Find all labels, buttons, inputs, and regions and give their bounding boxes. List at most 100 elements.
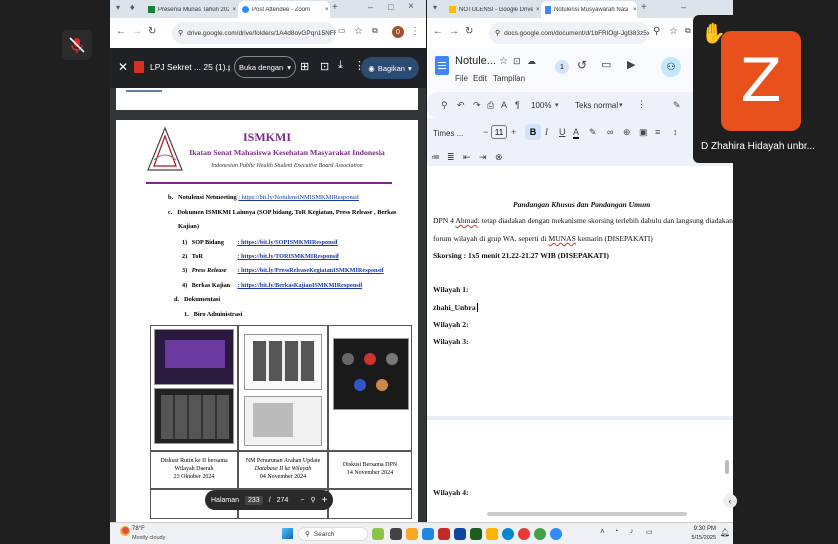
open-with-button[interactable]: Buka dengan ▾ <box>234 56 296 78</box>
vertical-scrollbar[interactable] <box>725 460 729 474</box>
tab-zoom-attendee[interactable]: Post Attendee - Zoom × <box>238 1 330 18</box>
indent-increase-icon[interactable]: ⇥ <box>479 152 487 163</box>
edge-icon[interactable] <box>502 528 514 540</box>
line-spacing-icon[interactable]: ↕ <box>673 127 678 137</box>
share-people-icon[interactable]: ⚇ <box>661 57 681 77</box>
download-icon[interactable]: ⤓ <box>338 59 343 72</box>
redo-icon[interactable]: ↷ <box>473 100 481 111</box>
close-icon[interactable]: × <box>325 7 329 13</box>
font-size-field[interactable]: 11 <box>491 125 507 139</box>
add-shortcut-icon[interactable]: ⊞ <box>300 60 309 73</box>
clock-time[interactable]: 9:30 PM <box>682 526 716 532</box>
menu-file[interactable]: File <box>455 74 468 83</box>
clear-formatting-icon[interactable]: ⊗ <box>495 152 503 163</box>
back-icon[interactable]: ← <box>116 26 126 37</box>
paint-format-icon[interactable]: ¶ <box>515 100 520 110</box>
battery-icon[interactable]: ▭ <box>646 528 653 536</box>
tab-search-icon[interactable]: ▾ <box>116 3 120 12</box>
url-field[interactable]: ⚲ docs.google.com/document/d/1bFRlOgI-Jg… <box>489 22 649 44</box>
chevron-left-icon[interactable]: ‹ <box>723 494 737 508</box>
profile-avatar[interactable]: 0 <box>392 26 404 38</box>
mute-indicator[interactable] <box>62 30 92 60</box>
forward-icon[interactable]: → <box>449 26 459 37</box>
widget-icon[interactable] <box>372 528 384 540</box>
close-icon[interactable]: × <box>232 7 236 13</box>
doc-title[interactable]: Notule... <box>455 55 496 67</box>
reload-icon[interactable]: ↻ <box>465 26 473 37</box>
tab-drive[interactable]: NOTULENSI - Google Drive × <box>445 1 541 18</box>
more-tools-icon[interactable]: ⋮ <box>637 99 646 110</box>
maximize-button[interactable]: □ <box>388 2 393 12</box>
underline-button[interactable]: U <box>559 127 566 137</box>
tab-notulensi-doc[interactable]: Notulensi Musyawarah Nasi × <box>541 1 637 18</box>
minimize-button[interactable]: – <box>368 2 373 12</box>
bookmark-icon[interactable]: ☆ <box>669 26 678 37</box>
close-icon[interactable]: × <box>633 7 637 13</box>
tray-chevron-icon[interactable]: ˄ <box>600 527 605 536</box>
close-icon[interactable]: × <box>536 7 540 13</box>
close-preview-icon[interactable]: ✕ <box>118 60 128 74</box>
zoom-page-icon[interactable]: ⚲ <box>653 26 660 37</box>
bookmark-icon[interactable]: ☆ <box>354 26 363 37</box>
decrease-size-icon[interactable]: − <box>483 127 488 137</box>
style-select[interactable]: Teks normal <box>575 101 618 110</box>
url-field[interactable]: ⚲ drive.google.com/drive/folders/1A4d8ov… <box>172 22 336 44</box>
image-icon[interactable]: ▣ <box>639 127 648 138</box>
viewer-count-badge[interactable]: 1 <box>555 60 569 74</box>
tab-search-icon[interactable]: ▾ <box>433 3 437 12</box>
zoom-in-icon[interactable]: + <box>322 495 328 506</box>
chrome-icon[interactable] <box>518 528 530 540</box>
zoom-app-icon[interactable] <box>422 528 434 540</box>
volume-icon[interactable]: ♪ <box>630 528 634 535</box>
add-comment-icon[interactable]: ⊡ <box>320 60 329 73</box>
spellcheck-icon[interactable]: A <box>501 100 507 110</box>
temperature[interactable]: 78°F <box>132 526 145 532</box>
wifi-icon[interactable]: ◔ <box>614 528 618 535</box>
notification-bell-icon[interactable]: 🔔︎ <box>720 528 730 537</box>
tab-group-icon[interactable]: ♦ <box>130 2 135 12</box>
comment-add-icon[interactable]: ⊕ <box>623 127 631 138</box>
reload-icon[interactable]: ↻ <box>148 26 156 37</box>
highlight-icon[interactable]: ✎ <box>589 127 597 138</box>
horizontal-scrollbar[interactable] <box>487 512 687 516</box>
menu-icon[interactable]: ⋮ <box>410 26 420 37</box>
share-button[interactable]: ◉ Bagikan ▾ <box>361 57 419 79</box>
windows-start-icon[interactable] <box>282 528 293 539</box>
word-icon[interactable] <box>454 528 466 540</box>
increase-size-icon[interactable]: + <box>511 127 516 137</box>
undo-icon[interactable]: ↶ <box>457 100 465 111</box>
bold-button[interactable]: B <box>525 124 541 140</box>
close-window-button[interactable]: × <box>408 1 414 12</box>
new-tab-button[interactable]: + <box>332 2 338 13</box>
move-folder-icon[interactable]: ⊡ <box>513 56 521 67</box>
align-icon[interactable]: ≡ <box>655 127 660 137</box>
clock-date[interactable]: 5/15/2025 <box>682 535 716 541</box>
print-icon[interactable]: ⎙ <box>487 100 494 111</box>
text-color-button[interactable]: A <box>573 127 580 139</box>
zoom-meeting-icon[interactable] <box>550 528 562 540</box>
back-icon[interactable]: ← <box>433 26 443 37</box>
meet-icon[interactable]: ▶ <box>627 58 635 71</box>
comments-icon[interactable]: ▭ <box>601 58 611 71</box>
app-icon[interactable] <box>438 528 450 540</box>
star-icon[interactable]: ☆ <box>499 56 508 67</box>
menu-edit[interactable]: Edit <box>473 74 487 83</box>
menu-view[interactable]: Tampilan <box>493 74 525 83</box>
search-menus-icon[interactable]: ⚲ <box>441 100 448 111</box>
minimize-button[interactable]: – <box>681 2 686 12</box>
participant-tile[interactable]: Z ✋ D Zhahira Hidayah unbr... <box>693 15 836 163</box>
cast-icon[interactable]: ▭ <box>338 26 346 35</box>
extensions-icon[interactable]: ⧉ <box>372 26 378 36</box>
link-icon[interactable]: ∞ <box>607 127 613 137</box>
task-view-icon[interactable] <box>390 528 402 540</box>
indent-decrease-icon[interactable]: ⇤ <box>463 152 471 163</box>
extensions-icon[interactable]: ⧉ <box>685 26 691 36</box>
folder-icon[interactable] <box>486 528 498 540</box>
italic-button[interactable]: I <box>545 127 548 137</box>
weather-text[interactable]: Mostly cloudy <box>132 535 165 541</box>
editing-mode-icon[interactable]: ✎ <box>673 100 681 111</box>
zoom-magnifier-icon[interactable]: ⚲ <box>310 496 315 504</box>
whatsapp-icon[interactable] <box>534 528 546 540</box>
font-select[interactable]: Times ... <box>433 129 463 138</box>
tab-presensi[interactable]: Presensi Munas Tahun 202 × <box>144 1 236 18</box>
